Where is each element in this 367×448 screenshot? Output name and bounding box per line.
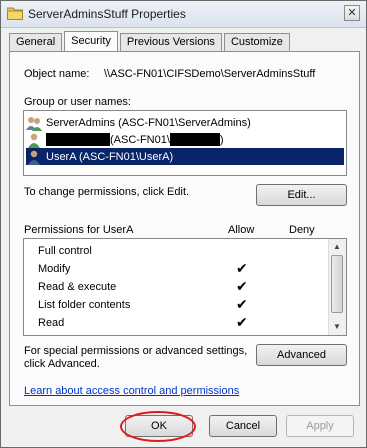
list-item-serveradmins[interactable]: ServerAdmins (ASC-FN01\ServerAdmins) (26, 114, 344, 131)
permission-row: Read & execute ✔ (28, 278, 328, 296)
list-item-label-suffix: ) (219, 133, 224, 146)
permission-row: Modify ✔ (28, 260, 328, 278)
tab-general[interactable]: General (9, 33, 63, 51)
object-name-value: \\ASC-FN01\CIFSDemo\ServerAdminsStuff (104, 68, 316, 80)
security-panel: Object name: \\ASC-FN01\CIFSDemo\ServerA… (9, 51, 360, 406)
close-icon: ✕ (347, 6, 357, 19)
redaction-bar (169, 133, 220, 146)
allow-check: ✔ (236, 296, 248, 312)
permission-row: Read ✔ (28, 314, 328, 332)
tab-security[interactable]: Security (64, 31, 118, 51)
list-item-redacted-user[interactable]: (ASC-FN01\ ) (26, 131, 344, 148)
group-user-list[interactable]: ServerAdmins (ASC-FN01\ServerAdmins) (AS… (23, 110, 347, 176)
tab-strip: General Security Previous Versions Custo… (9, 31, 292, 51)
list-item-label: (ASC-FN01\ (110, 133, 170, 146)
window-title: ServerAdminsStuff Properties (28, 7, 186, 21)
allow-check: ✔ (236, 260, 248, 276)
permission-name: Full control (38, 245, 92, 257)
user-icon (28, 133, 40, 148)
group-names-label: Group or user names: (24, 96, 131, 108)
cancel-button[interactable]: Cancel (209, 415, 277, 437)
permissions-scrollbar[interactable]: ▲ ▼ (328, 239, 346, 335)
permission-row: Full control (28, 242, 328, 260)
list-item-usera[interactable]: UserA (ASC-FN01\UserA) (26, 148, 344, 165)
learn-more-link[interactable]: Learn about access control and permissio… (24, 385, 239, 397)
allow-check: ✔ (236, 278, 248, 294)
permission-name: Modify (38, 263, 71, 275)
list-item-label: UserA (ASC-FN01\UserA) (46, 150, 174, 163)
scroll-down-icon[interactable]: ▼ (330, 320, 344, 334)
advanced-button[interactable]: Advanced (256, 344, 347, 366)
tab-previous-versions[interactable]: Previous Versions (119, 33, 222, 51)
apply-button[interactable]: Apply (286, 415, 354, 437)
list-item-label: ServerAdmins (ASC-FN01\ServerAdmins) (46, 116, 251, 129)
folder-icon (7, 7, 23, 20)
close-button[interactable]: ✕ (344, 5, 360, 21)
user-icon (28, 150, 40, 165)
properties-window: ServerAdminsStuff Properties ✕ General S… (0, 0, 367, 448)
permission-name: Read & execute (38, 281, 117, 293)
scroll-up-icon[interactable]: ▲ (330, 240, 344, 254)
scrollbar-thumb[interactable] (331, 255, 343, 313)
deny-header: Deny (289, 224, 315, 236)
permission-name: Read (38, 317, 65, 329)
object-name-label: Object name: (24, 68, 90, 80)
change-permissions-hint: To change permissions, click Edit. (24, 186, 190, 198)
group-icon (26, 116, 42, 131)
ok-button[interactable]: OK (125, 415, 193, 437)
permission-row: List folder contents ✔ (28, 296, 328, 314)
special-permissions-hint: For special permissions or advanced sett… (24, 345, 248, 357)
permissions-label: Permissions for UserA (24, 224, 134, 236)
permissions-list[interactable]: Full control Modify ✔ Read & execute ✔ L… (23, 238, 347, 336)
special-permissions-hint-2: click Advanced. (24, 358, 100, 370)
title-bar[interactable]: ServerAdminsStuff Properties ✕ (1, 1, 366, 28)
edit-button[interactable]: Edit... (256, 184, 347, 206)
tab-customize[interactable]: Customize (223, 33, 290, 51)
permission-name: List folder contents (38, 299, 131, 311)
allow-check: ✔ (236, 314, 248, 330)
allow-header: Allow (228, 224, 255, 236)
redaction-bar (46, 133, 110, 146)
